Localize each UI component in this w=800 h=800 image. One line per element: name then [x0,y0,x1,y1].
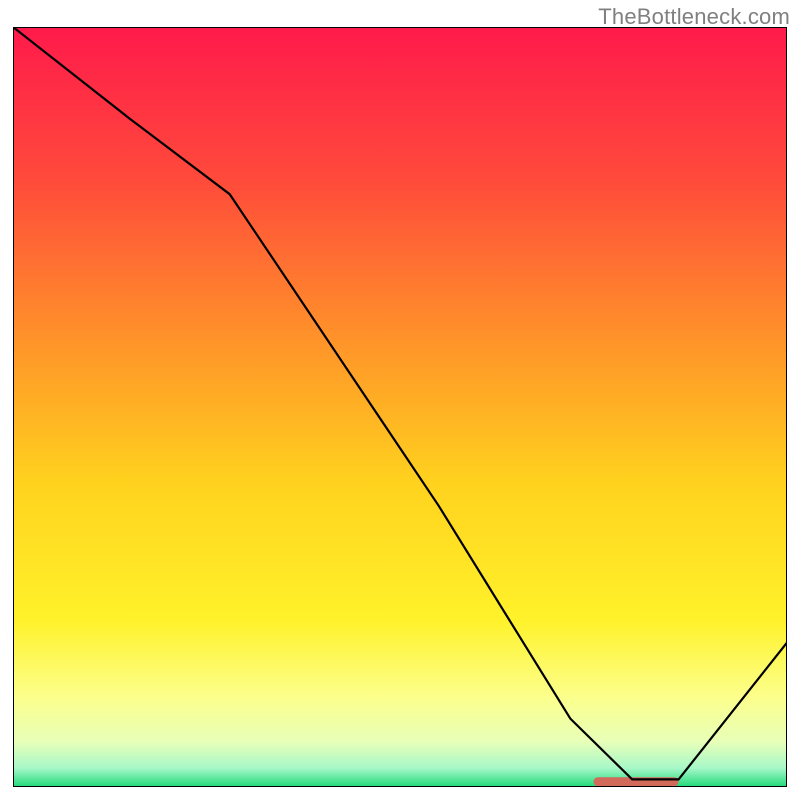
chart-container: TheBottleneck.com [0,0,800,800]
plot-area [13,27,787,787]
bottleneck-chart [13,27,787,787]
gradient-background [13,27,787,787]
